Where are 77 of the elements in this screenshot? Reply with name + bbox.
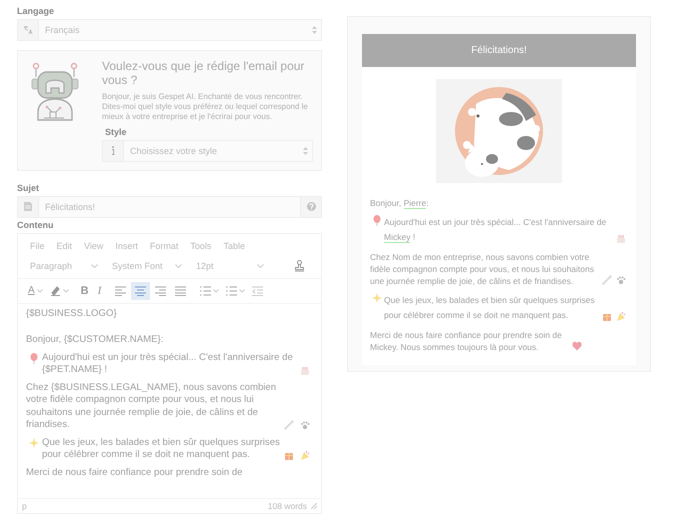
assistant-title: Voulez-vous que je rédige l'email pour vous ? <box>102 60 306 88</box>
party-popper-icon <box>300 450 310 461</box>
block-format-dropdown[interactable]: Paragraph <box>26 258 102 274</box>
paragraph-text: Bonjour, Pierre: <box>370 197 430 209</box>
align-center-button[interactable] <box>131 282 150 300</box>
sort-caret-icon <box>312 26 317 34</box>
font-family-dropdown[interactable]: System Font <box>108 258 186 274</box>
help-icon <box>306 202 316 212</box>
robot-icon <box>30 62 80 122</box>
paragraph-text: {$BUSINESS.LOGO} <box>26 308 117 319</box>
info-icon <box>111 146 115 156</box>
bullet-list-icon <box>200 286 212 296</box>
chevron-down-icon <box>239 288 246 293</box>
paragraph-text: Que les jeux, les balades et bien sûr quelques surprises pour célébrer comme il se doit ne manquent pas. <box>384 294 596 322</box>
menu-item[interactable]: Insert <box>109 238 144 253</box>
menu-item[interactable]: Tools <box>184 238 218 253</box>
text-color-button[interactable]: A <box>24 282 45 300</box>
sparkle-icon <box>29 438 39 449</box>
align-center-icon <box>135 286 146 296</box>
highlighter-icon <box>50 285 61 296</box>
stamp-icon[interactable] <box>294 260 305 272</box>
translate-icon <box>23 25 33 35</box>
field-label: Style <box>105 126 127 137</box>
chevron-down-icon <box>91 264 98 268</box>
chevron-down-icon <box>257 264 264 268</box>
font-size-dropdown[interactable]: 12pt <box>192 258 268 274</box>
cake-icon <box>616 233 626 244</box>
cake-icon <box>300 364 310 376</box>
heart-icon <box>572 341 582 352</box>
chevron-down-icon <box>36 288 43 293</box>
menu-item[interactable]: Table <box>217 238 251 253</box>
paw-icon <box>300 420 310 431</box>
gift-icon <box>602 311 612 322</box>
email-header-bar: Félicitations! <box>362 34 636 67</box>
resize-handle-icon[interactable] <box>311 502 317 509</box>
style-select[interactable]: Choisissez votre style <box>102 140 313 162</box>
bold-button[interactable]: B <box>76 282 93 300</box>
italic-button[interactable]: I <box>94 282 106 300</box>
bone-icon <box>602 275 612 286</box>
paw-icon <box>616 275 626 286</box>
paragraph-text: Que les jeux, les balades et bien sûr quelques surprises pour célébrer comme il se doit ne manquent pas. <box>42 436 281 462</box>
field-label: Contenu <box>17 220 54 230</box>
justify-icon <box>175 286 186 296</box>
menu-item[interactable]: Edit <box>50 238 78 253</box>
balloon-icon <box>372 215 382 226</box>
paragraph-text: Chez {$BUSINESS.LEGAL_NAME}, nous savons combien votre fidèle compagnon compte pour vous, et nous lui souhaitons une journée remplie de joie, de câlins et de friandises. <box>26 382 278 432</box>
word-count: 108 words <box>268 500 307 511</box>
paragraph-text: Chez Nom de mon entreprise, nous savons combien votre fidèle compagnon compte pour vous, et nous lui souhaitons une journée remplie de joie, de câlins et de friandises. <box>370 251 595 287</box>
paragraph-text: Aujourd'hui est un jour très spécial... C'est l'anniversaire de {$PET.NAME} ! <box>42 352 294 377</box>
paragraph-text: Merci de nous faire confiance pour prendre soin de <box>26 466 244 480</box>
party-popper-icon <box>616 311 626 322</box>
sort-caret-icon <box>303 146 308 155</box>
paragraph-text: Bonjour, {$CUSTOMER.NAME}: <box>26 334 164 347</box>
outdent-icon <box>252 286 264 296</box>
chevron-down-icon <box>175 264 182 268</box>
merge-field: Mickey <box>384 232 410 243</box>
subject-field[interactable]: Félicitations! <box>17 196 322 218</box>
balloon-icon <box>29 352 39 364</box>
paragraph-text: Aujourd'hui est un jour très spécial... C'est l'anniversaire de Mickey ! <box>384 216 608 245</box>
assistant-description: Bonjour, je suis Gespet AI. Enchanté de vous rencontrer. Dites-moi quel style vous préférez ou lequel correspond le mieux à votre entreprise et je l'écrirai pour vous. <box>102 92 309 123</box>
chevron-down-icon <box>62 288 69 293</box>
menu-item[interactable]: View <box>78 238 110 253</box>
element-path: p <box>22 500 27 511</box>
paragraph-text: Merci de nous faire confiance pour prendre soin de Mickey. Nous sommes toujours là pour vous. <box>370 329 563 353</box>
merge-field: Pierre <box>404 198 426 209</box>
menu-item[interactable]: File <box>24 238 51 253</box>
language-select[interactable]: Français <box>17 19 322 41</box>
chevron-down-icon <box>213 288 220 293</box>
bone-icon <box>284 420 294 431</box>
sparkle-icon <box>372 293 382 304</box>
align-left-icon <box>115 286 126 296</box>
field-label: Sujet <box>17 182 40 193</box>
document-icon <box>24 202 32 212</box>
align-right-icon <box>155 286 166 296</box>
numbered-list-icon <box>226 286 238 296</box>
menu-item[interactable]: Format <box>144 238 184 253</box>
field-label: Langage <box>17 6 54 16</box>
